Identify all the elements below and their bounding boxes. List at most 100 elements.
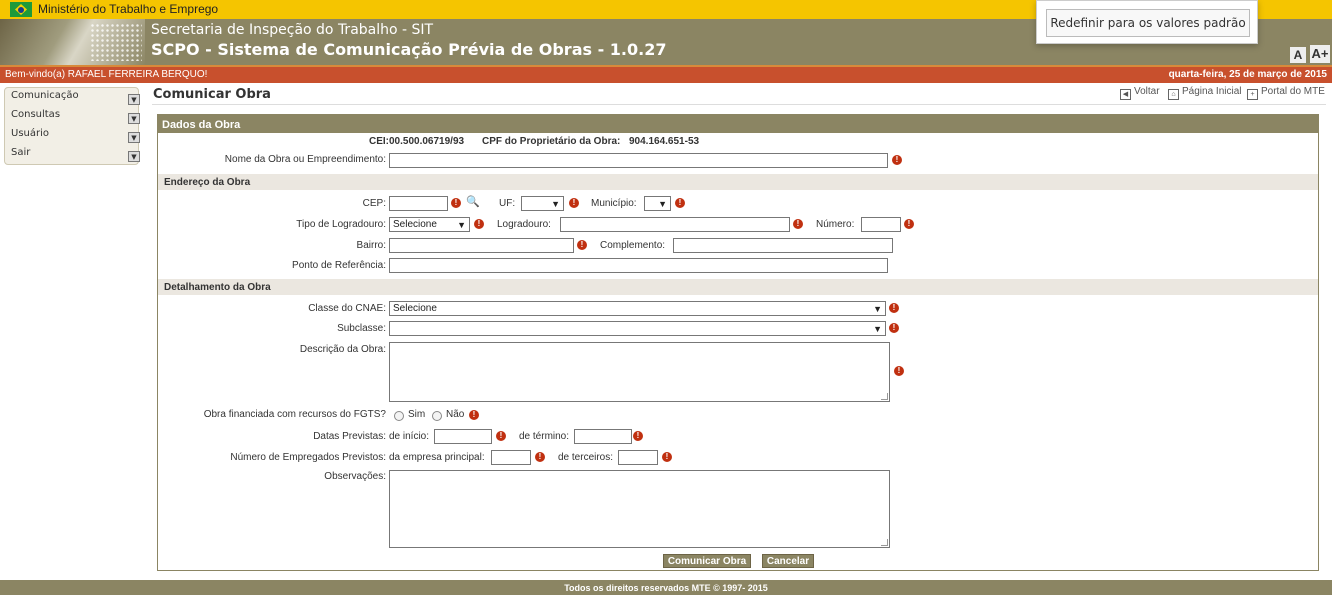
- footer-copyright: Todos os direitos reservados MTE © 1997-…: [564, 583, 768, 593]
- sidebar-item-comunicacao[interactable]: Comunicação ▼: [10, 89, 140, 108]
- required-icon: !: [633, 431, 643, 441]
- complemento-input[interactable]: [673, 238, 893, 253]
- required-icon: !: [793, 219, 803, 229]
- required-icon: !: [474, 219, 484, 229]
- cnae-select[interactable]: Selecione ▼: [389, 301, 886, 316]
- bairro-input[interactable]: [389, 238, 574, 253]
- reset-zoom-popup: Redefinir para os valores padrão: [1036, 0, 1258, 44]
- endereco-section-header: Endereço da Obra: [158, 174, 1318, 190]
- inicio-label: de início:: [389, 431, 430, 442]
- cep-label: CEP:: [362, 198, 386, 209]
- cep-input[interactable]: [389, 196, 448, 211]
- municipio-label: Município:: [591, 198, 637, 209]
- panel-header: Dados da Obra: [158, 115, 1318, 133]
- sidebar-item-consultas[interactable]: Consultas ▼: [10, 108, 140, 127]
- panel-title: Dados da Obra: [162, 119, 241, 131]
- complemento-label: Complemento:: [600, 240, 666, 251]
- observacoes-textarea[interactable]: [389, 470, 890, 548]
- required-icon: !: [535, 452, 545, 462]
- back-icon: ◀: [1120, 89, 1131, 100]
- numero-input[interactable]: [861, 217, 901, 232]
- footer: Todos os direitos reservados MTE © 1997-…: [0, 580, 1332, 595]
- header-subtitle: Secretaria de Inspeção do Trabalho - SIT: [151, 22, 434, 38]
- comunicar-obra-button[interactable]: Comunicar Obra: [663, 554, 751, 568]
- data-termino-input[interactable]: [574, 429, 632, 444]
- back-link[interactable]: ◀ Voltar: [1120, 86, 1160, 100]
- cei-text: CEI:00.500.06719/93: [369, 136, 465, 147]
- home-link[interactable]: ⌂ Página Inicial: [1168, 86, 1241, 100]
- observacoes-label: Observações:: [324, 471, 386, 482]
- sidebar-item-sair[interactable]: Sair ▼: [10, 146, 140, 165]
- descricao-label: Descrição da Obra:: [299, 344, 386, 355]
- cpf-label: CPF do Proprietário da Obra:: [482, 136, 621, 147]
- fgts-sim-radio[interactable]: [394, 411, 404, 421]
- sidebar-menu: Comunicação ▼ Consultas ▼ Usuário ▼ Sair…: [4, 87, 140, 165]
- decrease-font-button[interactable]: A: [1290, 47, 1306, 63]
- fgts-label: Obra financiada com recursos do FGTS?: [203, 409, 386, 420]
- logradouro-label: Logradouro:: [497, 219, 551, 230]
- header-title: SCPO - Sistema de Comunicação Prévia de …: [151, 40, 667, 59]
- government-title: Ministério do Trabalho e Emprego: [38, 2, 219, 16]
- required-icon: !: [451, 198, 461, 208]
- sidebar-item-usuario[interactable]: Usuário ▼: [10, 127, 140, 146]
- nome-obra-input[interactable]: [389, 153, 888, 168]
- chevron-down-icon[interactable]: ▼: [128, 94, 140, 105]
- brazil-flag-icon: [10, 2, 32, 17]
- termino-label: de término:: [519, 431, 570, 442]
- empregados-label: Número de Empregados Previstos:: [230, 452, 386, 463]
- required-icon: !: [889, 323, 899, 333]
- fgts-nao-radio[interactable]: [432, 411, 442, 421]
- required-icon: !: [496, 431, 506, 441]
- portal-link[interactable]: + Portal do MTE: [1247, 86, 1325, 100]
- subclasse-select[interactable]: ▼: [389, 321, 886, 336]
- required-icon: !: [469, 410, 479, 420]
- empresa-principal-label: da empresa principal:: [389, 452, 485, 463]
- chevron-down-icon[interactable]: ▼: [128, 132, 140, 143]
- sidebar-item-label: Consultas: [11, 109, 61, 120]
- page-title: Comunicar Obra: [153, 87, 271, 102]
- sidebar-item-label: Sair: [11, 147, 31, 158]
- required-icon: !: [904, 219, 914, 229]
- required-icon: !: [894, 366, 904, 376]
- terceiros-label: de terceiros:: [558, 452, 614, 463]
- nome-label: Nome da Obra ou Empreendimento:: [224, 154, 386, 165]
- municipio-select[interactable]: ▼: [644, 196, 671, 211]
- numero-label: Número:: [816, 219, 855, 230]
- uf-label: UF:: [499, 198, 516, 209]
- descricao-textarea[interactable]: [389, 342, 890, 402]
- required-icon: !: [675, 198, 685, 208]
- cnae-label: Classe do CNAE:: [308, 303, 386, 314]
- uf-select[interactable]: ▼: [521, 196, 564, 211]
- bairro-label: Bairro:: [356, 240, 386, 251]
- tipo-logradouro-label: Tipo de Logradouro:: [296, 219, 386, 230]
- data-inicio-input[interactable]: [434, 429, 492, 444]
- datas-label: Datas Previstas:: [313, 431, 386, 442]
- reset-defaults-button[interactable]: Redefinir para os valores padrão: [1046, 9, 1250, 37]
- tipo-logradouro-select[interactable]: Selecione ▼: [389, 217, 470, 232]
- ponto-referencia-input[interactable]: [389, 258, 888, 273]
- cancel-button[interactable]: Cancelar: [762, 554, 814, 568]
- required-icon: !: [662, 452, 672, 462]
- sidebar-item-label: Usuário: [11, 128, 50, 139]
- increase-font-button[interactable]: A+: [1310, 45, 1330, 63]
- logradouro-input[interactable]: [560, 217, 790, 232]
- cpf-value: 904.164.651-53: [629, 136, 700, 147]
- required-icon: !: [569, 198, 579, 208]
- sidebar-item-label: Comunicação: [11, 90, 79, 101]
- form-panel: Dados da Obra CEI:00.500.06719/93 CPF do…: [157, 114, 1319, 571]
- header-logo: [0, 19, 145, 65]
- empregados-empresa-input[interactable]: [491, 450, 531, 465]
- required-icon: !: [892, 155, 902, 165]
- current-date: quarta-feira, 25 de março de 2015: [1168, 69, 1327, 80]
- chevron-down-icon[interactable]: ▼: [128, 151, 140, 162]
- ponto-referencia-label: Ponto de Referência:: [292, 260, 386, 271]
- portal-icon: +: [1247, 89, 1258, 100]
- search-icon[interactable]: 🔍: [466, 195, 480, 208]
- empregados-terceiros-input[interactable]: [618, 450, 658, 465]
- welcome-bar: Bem-vindo(a) RAFAEL FERREIRA BERQUO! qua…: [0, 65, 1332, 83]
- chevron-down-icon[interactable]: ▼: [128, 113, 140, 124]
- home-icon: ⌂: [1168, 89, 1179, 100]
- required-icon: !: [577, 240, 587, 250]
- title-divider: [152, 104, 1326, 105]
- required-icon: !: [889, 303, 899, 313]
